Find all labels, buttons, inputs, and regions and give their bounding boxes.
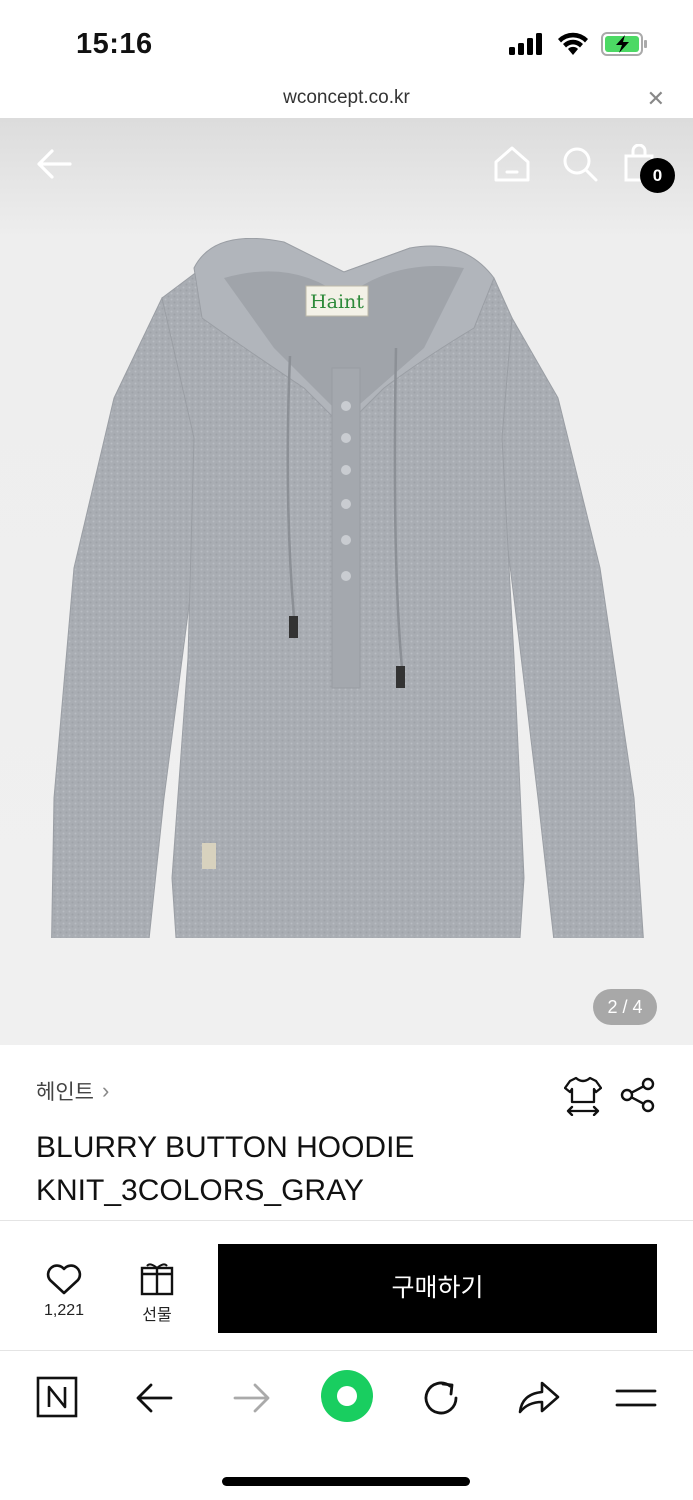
reload-icon[interactable] [419,1376,463,1420]
chevron-right-icon: › [101,1078,110,1103]
image-counter: 2 / 4 [593,989,657,1025]
buy-button[interactable]: 구매하기 [218,1244,657,1333]
green-dot-icon[interactable] [320,1369,374,1423]
battery-charging-icon [601,32,649,61]
gift-label[interactable]: 선물 [127,1301,187,1325]
brand-name[interactable]: 헤인트 [36,1076,94,1106]
home-icon[interactable] [492,144,532,184]
status-bar: 15:16 [0,0,693,84]
image-top-nav: 0 [0,118,693,218]
product-photo: Haint [44,237,656,1045]
url-text[interactable]: wconcept.co.kr [0,87,693,109]
like-count: 1,221 [43,1302,85,1319]
product-title-line-2: KNIT_3COLORS_GRAY [36,1174,364,1207]
brand-link[interactable]: 헤인트 › [36,1076,109,1106]
home-indicator [222,1477,470,1486]
url-bar[interactable]: wconcept.co.kr ✕ [0,84,693,118]
status-icons [509,32,649,61]
cart-count-badge: 0 [640,158,675,193]
back-icon[interactable] [133,1376,177,1420]
size-guide-icon[interactable] [563,1076,603,1117]
share-icon[interactable] [619,1076,657,1114]
close-icon[interactable]: ✕ [647,86,665,112]
wifi-icon [557,32,589,61]
product-title: BLURRY BUTTON HOODIE KNIT_3COLORS_GRAY [36,1126,636,1212]
menu-icon[interactable] [614,1376,658,1420]
status-time: 15:16 [76,28,153,60]
search-icon[interactable] [560,144,600,184]
product-image-gallery[interactable]: 0 Haint 2 / 4 [0,118,693,1045]
cellular-signal-icon [509,33,545,60]
share-arrow-icon[interactable] [516,1376,560,1420]
heart-icon [46,1264,82,1295]
browser-toolbar [0,1351,693,1451]
gift-icon [140,1263,174,1296]
garment-brand-label: Haint [310,291,364,313]
back-arrow-icon[interactable] [34,144,74,184]
naver-n-icon[interactable] [36,1376,80,1420]
product-title-line-1: BLURRY BUTTON HOODIE [36,1131,415,1164]
forward-icon[interactable] [229,1376,273,1420]
divider [0,1220,693,1221]
